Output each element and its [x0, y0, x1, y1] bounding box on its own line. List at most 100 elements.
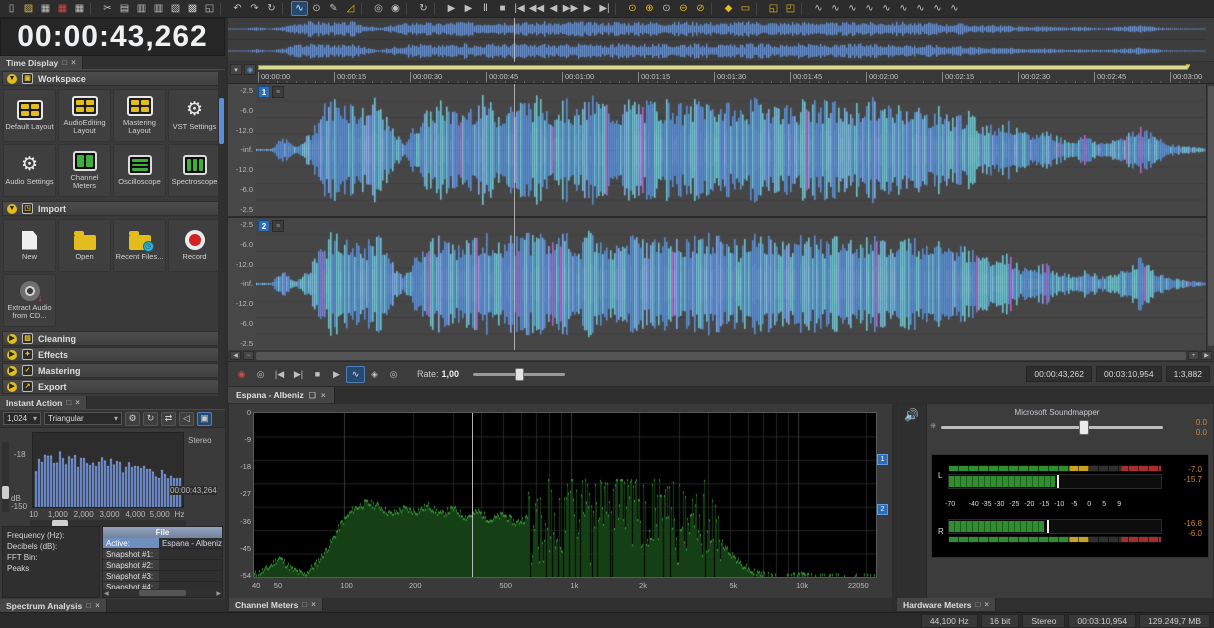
toolbar-icon[interactable]: [220, 2, 227, 15]
open-button[interactable]: Open: [58, 219, 111, 272]
lock-icon[interactable]: ◰: [782, 1, 799, 16]
table-row[interactable]: Snapshot #3:: [102, 571, 222, 582]
close-icon[interactable]: ×: [984, 600, 989, 609]
settings-gear-icon[interactable]: ⚙: [125, 411, 140, 426]
paste-to-new-icon[interactable]: ▧: [167, 1, 184, 16]
sync-icon[interactable]: ⇄: [161, 411, 176, 426]
close-icon[interactable]: ×: [311, 600, 316, 609]
undo-icon[interactable]: ↶: [229, 1, 246, 16]
fast-forward-icon[interactable]: ▶▶: [562, 1, 579, 16]
pause-icon[interactable]: Ⅱ: [477, 1, 494, 16]
monitor-icon[interactable]: ◈: [365, 366, 384, 383]
envelope-tool-icon[interactable]: ◿: [342, 1, 359, 16]
toolbar-icon[interactable]: [711, 2, 718, 15]
loop-playback-icon[interactable]: ◎: [370, 1, 387, 16]
process-tool-icon[interactable]: ∿: [844, 1, 861, 16]
play-all-icon[interactable]: ▶: [443, 1, 460, 16]
waveform-channel-1[interactable]: [256, 84, 1206, 216]
section-cleaning[interactable]: ▶ ▨ Cleaning: [2, 331, 223, 346]
save-all-icon[interactable]: ▦: [71, 1, 88, 16]
trim-crop-icon[interactable]: ◱: [201, 1, 218, 16]
marker-icon[interactable]: ◆: [720, 1, 737, 16]
rewind-all-icon[interactable]: ◀◀: [528, 1, 545, 16]
magnify-tool-icon[interactable]: ⊙: [308, 1, 325, 16]
channel-1-button[interactable]: 1: [877, 454, 888, 465]
expand-arrow-icon[interactable]: ▶: [7, 381, 17, 392]
waveform-view[interactable]: -2.5 -6.0 -12.0 -inf. -12.0 -6.0 -2.5 -2.5 -6.0…: [228, 84, 1214, 350]
save-as-icon[interactable]: ▦: [54, 1, 71, 16]
time-ruler[interactable]: ▾ ◉ ▼ 00:00:00 00:00:15 00:00:30 00:00:45 00…: [228, 62, 1214, 84]
spectrum-analysis-tab[interactable]: Spectrum Analysis □ ×: [0, 599, 107, 612]
options-icon[interactable]: ◎: [384, 366, 403, 383]
stop-icon[interactable]: ■: [494, 1, 511, 16]
loop-end-marker-icon[interactable]: ▼: [1184, 63, 1192, 71]
channel-2-badge[interactable]: 2: [258, 220, 270, 232]
edit-tool-icon[interactable]: ∿: [291, 1, 308, 16]
save-icon[interactable]: ▦: [37, 1, 54, 16]
region-icon[interactable]: ▭: [737, 1, 754, 16]
slider-handle[interactable]: [515, 367, 525, 381]
scrollbar-thumb[interactable]: [256, 351, 1186, 360]
collapse-arrow-icon[interactable]: ▼: [7, 73, 17, 84]
loop-icon[interactable]: ◎: [251, 366, 270, 383]
zoom-window-icon[interactable]: ⊘: [692, 1, 709, 16]
refresh-icon[interactable]: ↻: [143, 411, 158, 426]
rewind-icon[interactable]: ◀: [545, 1, 562, 16]
toolbar-icon[interactable]: [90, 2, 97, 15]
close-icon[interactable]: ×: [75, 398, 80, 407]
time-display-tab[interactable]: Time Display □ ×: [0, 56, 83, 69]
copy-icon[interactable]: ▤: [116, 1, 133, 16]
actions-scrollbar[interactable]: [218, 70, 225, 396]
mix-icon[interactable]: ▩: [184, 1, 201, 16]
marker-menu-icon[interactable]: ▾: [230, 64, 242, 75]
table-row[interactable]: Snapshot #1:: [102, 549, 222, 560]
expand-arrow-icon[interactable]: ▶: [7, 333, 17, 344]
record-icon[interactable]: ◉: [232, 366, 251, 383]
channel-2-menu-icon[interactable]: ≡: [272, 220, 284, 232]
open-file-icon[interactable]: ▨: [20, 1, 37, 16]
document-tab[interactable]: Espana - Albeniz ❏ ×: [228, 387, 335, 403]
channel-meters-tab[interactable]: Channel Meters □ ×: [229, 598, 323, 611]
process-tool-icon[interactable]: ∿: [912, 1, 929, 16]
collapse-arrow-icon[interactable]: ▼: [7, 203, 17, 214]
paste-special-icon[interactable]: ▥: [150, 1, 167, 16]
lock-icon[interactable]: ▣: [197, 411, 212, 426]
vst-settings-button[interactable]: ⚙ VST Settings: [168, 89, 221, 142]
oscilloscope-button[interactable]: Oscilloscope: [113, 144, 166, 197]
process-tool-icon[interactable]: ∿: [929, 1, 946, 16]
spectroscope-button[interactable]: Spectroscope: [168, 144, 221, 197]
expand-arrow-icon[interactable]: ▶: [7, 365, 17, 376]
metronome-icon[interactable]: ◉: [387, 1, 404, 16]
window-type-select[interactable]: Triangular ▾: [44, 412, 122, 425]
go-to-end-icon[interactable]: ▶|: [596, 1, 613, 16]
go-to-start-icon[interactable]: |◀: [511, 1, 528, 16]
process-tool-icon[interactable]: ∿: [810, 1, 827, 16]
fft-size-select[interactable]: 1,024 ▾: [3, 412, 41, 425]
process-tool-icon[interactable]: ∿: [878, 1, 895, 16]
spectrum-vertical-slider[interactable]: [2, 442, 9, 512]
mastering-layout-button[interactable]: Mastering Layout: [113, 89, 166, 142]
instant-action-tab[interactable]: Instant Action □ ×: [0, 396, 87, 409]
float-icon[interactable]: □: [86, 601, 91, 610]
overview-cursor[interactable]: [513, 18, 515, 62]
zoom-out-icon[interactable]: ⊖: [675, 1, 692, 16]
waveform-vscrollbar[interactable]: [1206, 84, 1214, 350]
crop-selection-icon[interactable]: ◱: [765, 1, 782, 16]
process-tool-icon[interactable]: ∿: [946, 1, 963, 16]
section-export[interactable]: ▶ ↗ Export: [2, 379, 223, 394]
new-button[interactable]: New: [3, 219, 56, 272]
slider-handle[interactable]: [1079, 420, 1089, 435]
speaker-icon[interactable]: 🔊: [897, 404, 927, 600]
float-icon[interactable]: □: [302, 600, 307, 609]
channel-1-badge[interactable]: 1: [258, 86, 270, 98]
default-layout-button[interactable]: Default Layout: [3, 89, 56, 142]
extract-audio-cd-button[interactable]: ↓ Extract Audio from CD...: [3, 274, 56, 327]
channel-meters-plot[interactable]: [253, 412, 877, 578]
float-icon[interactable]: □: [66, 398, 71, 407]
redo-icon[interactable]: ↷: [246, 1, 263, 16]
zoom-selection-icon[interactable]: ⊙: [658, 1, 675, 16]
toolbar-icon[interactable]: [361, 2, 368, 15]
monitor-playback-icon[interactable]: ◁: [179, 411, 194, 426]
section-mastering[interactable]: ▶ ✓ Mastering: [2, 363, 223, 378]
toolbar-icon[interactable]: [434, 2, 441, 15]
